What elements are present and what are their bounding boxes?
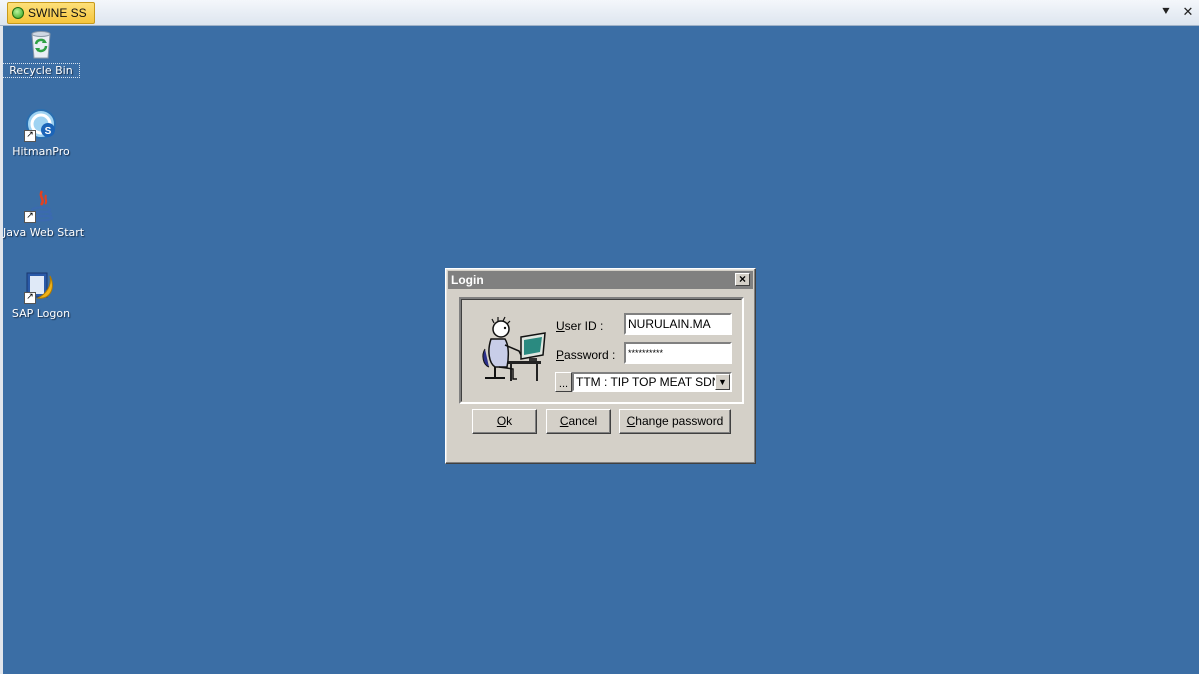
desktop-icon-label: Recycle Bin bbox=[2, 63, 80, 78]
close-icon: × bbox=[738, 272, 746, 286]
change-password-button[interactable]: Change password bbox=[619, 409, 731, 434]
shortcut-arrow-icon: ↗ bbox=[24, 130, 36, 142]
dialog-titlebar[interactable]: Login × bbox=[448, 271, 753, 289]
user-id-label: User ID : bbox=[556, 319, 604, 333]
desktop-icon-hitmanpro[interactable]: S ↗ HitmanPro bbox=[3, 108, 79, 158]
session-close-icon[interactable]: ✕ bbox=[1180, 3, 1196, 21]
desktop-icon-recycle-bin[interactable]: Recycle Bin bbox=[2, 27, 80, 78]
login-dialog: Login × User ID: NURULAIN.MA Password:… bbox=[445, 268, 756, 464]
remote-session-bar: SWINE SS ⯆ ✕ bbox=[0, 0, 1199, 26]
desktop-icon-java-web-start[interactable]: ↗ Java Web Start bbox=[3, 189, 85, 239]
sap-logon-icon: ↗ bbox=[24, 270, 58, 304]
dialog-title: Login bbox=[451, 273, 484, 287]
recycle-bin-icon bbox=[24, 27, 58, 61]
user-id-input[interactable]: NURULAIN.MA bbox=[624, 313, 732, 335]
desktop-icon-sap-logon[interactable]: ↗ SAP Logon bbox=[3, 270, 79, 320]
hitmanpro-icon: S ↗ bbox=[24, 108, 58, 142]
shortcut-arrow-icon: ↗ bbox=[24, 211, 36, 223]
session-tab-label: SWINE SS bbox=[28, 6, 87, 20]
desktop-icon-label: SAP Logon bbox=[11, 307, 71, 320]
company-select-value: TTM : TIP TOP MEAT SDN BHD bbox=[576, 375, 732, 389]
login-panel: User ID : NURULAIN.MA Password : *******… bbox=[459, 297, 744, 404]
company-select[interactable]: TTM : TIP TOP MEAT SDN BHD ▼ bbox=[572, 372, 732, 392]
dropdown-arrow-icon[interactable]: ▼ bbox=[715, 374, 730, 390]
connection-status-icon bbox=[12, 7, 24, 19]
browse-company-button[interactable]: ... bbox=[555, 372, 572, 392]
java-icon: ↗ bbox=[24, 189, 58, 223]
shortcut-arrow-icon: ↗ bbox=[24, 292, 36, 304]
session-menu-icon[interactable]: ⯆ bbox=[1158, 3, 1174, 21]
ok-button[interactable]: Ok bbox=[472, 409, 537, 434]
svg-text:S: S bbox=[45, 126, 52, 137]
password-input[interactable]: ********** bbox=[624, 342, 732, 364]
user-at-computer-illustration bbox=[477, 315, 549, 383]
dialog-close-button[interactable]: × bbox=[735, 273, 750, 286]
password-label: Password : bbox=[556, 348, 616, 362]
cancel-button[interactable]: Cancel bbox=[546, 409, 611, 434]
desktop-icon-label: Java Web Start bbox=[3, 226, 85, 239]
desktop-icon-label: HitmanPro bbox=[12, 145, 70, 158]
session-tab[interactable]: SWINE SS bbox=[7, 2, 95, 24]
